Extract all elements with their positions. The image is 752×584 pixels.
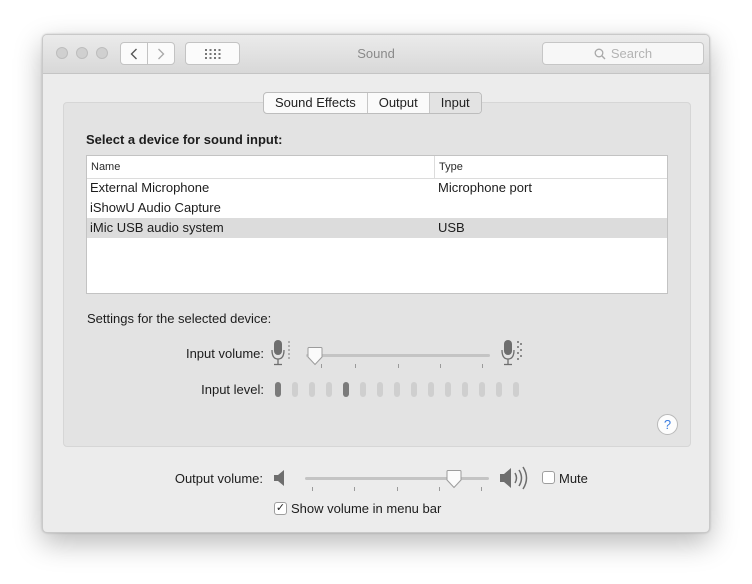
output-volume-label: Output volume: xyxy=(174,471,263,486)
level-indicator xyxy=(309,382,315,397)
tab-input[interactable]: Input xyxy=(429,93,481,113)
tab-output[interactable]: Output xyxy=(368,93,430,113)
level-indicator xyxy=(343,382,349,397)
speaker-low-icon xyxy=(274,470,284,486)
device-row-selected[interactable]: iMic USB audio system USB xyxy=(87,218,667,238)
mute-checkbox[interactable] xyxy=(542,471,555,484)
level-indicator xyxy=(411,382,417,397)
search-field[interactable]: Search xyxy=(542,42,704,65)
level-indicator xyxy=(292,382,298,397)
column-divider xyxy=(434,156,435,178)
input-volume-label: Input volume: xyxy=(185,346,264,361)
input-panel: Select a device for sound input: Name Ty… xyxy=(63,102,691,447)
level-indicator xyxy=(275,382,281,397)
level-indicator xyxy=(462,382,468,397)
level-indicator xyxy=(394,382,400,397)
table-header: Name Type xyxy=(87,156,667,179)
input-volume-knob[interactable] xyxy=(307,346,323,366)
input-volume-tick xyxy=(482,364,483,368)
tab-bar: Sound Effects Output Input xyxy=(263,92,482,114)
level-indicator xyxy=(377,382,383,397)
input-volume-tick xyxy=(440,364,441,368)
device-row[interactable]: iShowU Audio Capture xyxy=(87,198,667,218)
input-volume-tick xyxy=(398,364,399,368)
output-volume-tick xyxy=(481,487,482,491)
help-button[interactable]: ? xyxy=(657,414,678,435)
search-icon xyxy=(594,48,606,59)
device-row[interactable]: External Microphone Microphone port xyxy=(87,178,667,198)
device-type: USB xyxy=(438,220,465,235)
sound-preferences-window: Sound Search Sound Effects Output Input … xyxy=(42,34,710,533)
device-name: External Microphone xyxy=(90,180,210,195)
output-volume-tick xyxy=(354,487,355,491)
tab-sound-effects[interactable]: Sound Effects xyxy=(264,93,368,113)
search-placeholder: Search xyxy=(610,46,653,61)
microphone-low-icon xyxy=(271,340,290,366)
level-indicator xyxy=(326,382,332,397)
input-volume-track xyxy=(306,354,490,357)
show-volume-label[interactable]: Show volume in menu bar xyxy=(291,501,441,516)
level-indicator xyxy=(513,382,519,397)
speaker-high-icon xyxy=(500,466,528,490)
device-name: iShowU Audio Capture xyxy=(90,200,221,215)
output-volume-tick xyxy=(312,487,313,491)
title-bar: Sound Search xyxy=(43,35,709,74)
input-device-table: Name Type External Microphone Microphone… xyxy=(86,155,668,294)
device-name: iMic USB audio system xyxy=(90,220,224,235)
output-volume-knob[interactable] xyxy=(446,469,462,489)
level-indicator xyxy=(445,382,451,397)
output-volume-tick xyxy=(397,487,398,491)
microphone-high-icon xyxy=(501,340,522,366)
input-volume-tick xyxy=(355,364,356,368)
settings-label: Settings for the selected device: xyxy=(87,311,272,326)
level-indicator xyxy=(479,382,485,397)
level-indicator xyxy=(496,382,502,397)
column-header-name[interactable]: Name xyxy=(91,161,120,173)
mute-label[interactable]: Mute xyxy=(559,471,588,486)
level-indicator xyxy=(428,382,434,397)
input-device-heading: Select a device for sound input: xyxy=(86,132,283,147)
device-type: Microphone port xyxy=(438,180,532,195)
column-header-type[interactable]: Type xyxy=(439,161,463,173)
show-volume-checkbox[interactable]: ✓ xyxy=(274,502,287,515)
output-volume-tick xyxy=(439,487,440,491)
level-indicator xyxy=(360,382,366,397)
input-level-label: Input level: xyxy=(201,382,264,397)
